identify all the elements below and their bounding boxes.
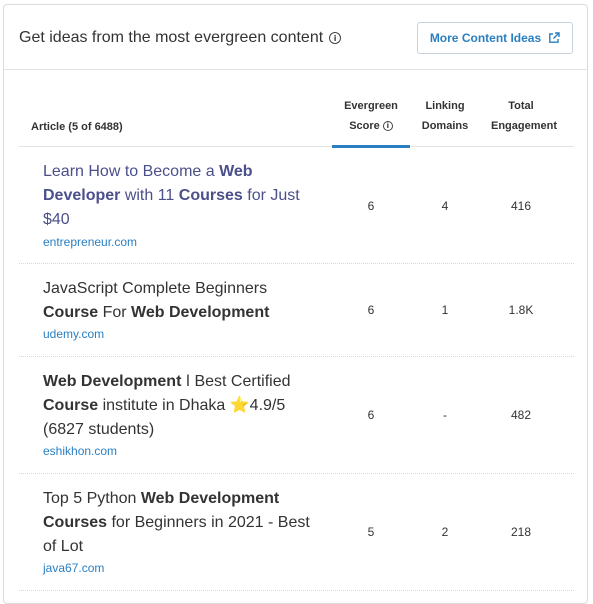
column-evergreen-score[interactable]: Evergreen Score i	[332, 96, 410, 148]
evergreen-score-value: 6	[367, 199, 375, 213]
total-engagement-value: 1.8K	[508, 303, 534, 317]
title-keyword: Courses	[178, 187, 243, 204]
title-text: with 11	[120, 187, 179, 204]
evergreen-score-value: 6	[367, 408, 375, 422]
total-engagement-value: 416	[510, 199, 532, 213]
article-title-link[interactable]: Learn How to Become a Web Developer with…	[43, 160, 318, 232]
title-keyword: Courses	[43, 514, 108, 531]
title-text: institute in Dhaka	[98, 397, 230, 414]
linking-domains-value: 1	[441, 303, 449, 317]
external-link-icon	[549, 32, 560, 43]
star-icon: ⭐	[229, 397, 250, 414]
card-title: Get ideas from the most evergreen conten…	[19, 29, 342, 47]
evergreen-score-value: 5	[367, 525, 375, 539]
column-linking-line1: Linking	[425, 100, 465, 112]
column-total-engagement[interactable]: Total Engagement	[491, 96, 558, 136]
info-icon[interactable]: i	[382, 121, 393, 131]
card-header: Get ideas from the most evergreen conten…	[4, 5, 587, 70]
total-engagement-value: 482	[510, 408, 532, 422]
column-article: Article (5 of 6488)	[31, 121, 123, 133]
table-row: Web Development ǀ Best Certified Course …	[19, 357, 574, 474]
article-title-link[interactable]: Web Development ǀ Best Certified Course …	[43, 370, 318, 442]
title-keyword: Course	[43, 397, 99, 414]
article-domain-link[interactable]: eshikhon.com	[43, 444, 117, 458]
card-title-text: Get ideas from the most evergreen conten…	[19, 29, 324, 46]
title-text: Top 5 Python	[43, 490, 141, 507]
article-title-link[interactable]: JavaScript Complete Beginners Course For…	[43, 277, 318, 325]
evergreen-score-value: 6	[367, 303, 375, 317]
more-content-ideas-label: More Content Ideas	[429, 31, 542, 45]
title-keyword: Course	[43, 304, 99, 321]
column-linking-domains[interactable]: Linking Domains	[417, 96, 473, 136]
article-domain-link[interactable]: entrepreneur.com	[43, 235, 137, 249]
linking-domains-value: 2	[441, 525, 449, 539]
info-icon[interactable]: i	[329, 32, 342, 44]
more-content-ideas-button[interactable]: More Content Ideas	[417, 22, 573, 54]
article-domain-link[interactable]: udemy.com	[43, 327, 104, 341]
column-evergreen-line2: Score	[349, 120, 380, 132]
title-text: Learn How to Become a	[43, 163, 220, 180]
title-text: JavaScript Complete Beginners	[43, 280, 268, 297]
article-title-link[interactable]: Top 5 Python Web Development Courses for…	[43, 487, 318, 559]
content-ideas-card: Get ideas from the most evergreen conten…	[3, 4, 588, 604]
table-row: Top 5 Python Web Development Courses for…	[19, 474, 574, 591]
table-header: Article (5 of 6488) Evergreen Score i Lin…	[19, 90, 574, 148]
title-keyword: Web Development	[131, 304, 270, 321]
article-domain-link[interactable]: java67.com	[43, 561, 104, 575]
column-engagement-line2: Engagement	[491, 120, 558, 132]
linking-domains-value: 4	[441, 199, 449, 213]
table-row: Learn How to Become a Web Developer with…	[19, 147, 574, 264]
linking-domains-value: -	[443, 408, 447, 422]
column-engagement-line1: Total	[508, 100, 534, 112]
articles-table: Article (5 of 6488) Evergreen Score i Lin…	[19, 90, 574, 591]
column-evergreen-line1: Evergreen	[344, 100, 398, 112]
title-keyword: Web Development	[140, 490, 280, 507]
title-keyword: Web Development	[43, 373, 182, 390]
table-row: JavaScript Complete Beginners Course For…	[19, 264, 574, 357]
total-engagement-value: 218	[510, 525, 532, 539]
title-text: For	[98, 304, 132, 321]
column-linking-line2: Domains	[421, 120, 469, 132]
title-text: ǀ Best Certified	[181, 373, 291, 390]
